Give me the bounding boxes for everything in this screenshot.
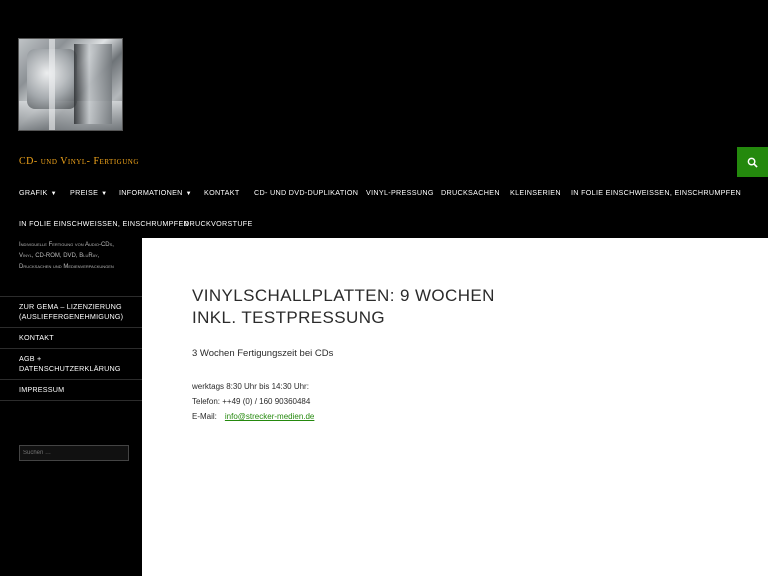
caret-down-icon: ▼ xyxy=(50,191,57,197)
sidebar-item-kontakt[interactable]: Kontakt xyxy=(0,327,142,348)
nav-item-preise[interactable]: Preise ▼ xyxy=(70,188,107,197)
search-input[interactable] xyxy=(19,445,129,461)
caret-down-icon: ▼ xyxy=(101,191,108,197)
nav-item-drucksachen[interactable]: Drucksachen xyxy=(441,188,500,197)
email-line: E-Mail: info@strecker-medien.de xyxy=(192,409,314,424)
email-link[interactable]: info@strecker-medien.de xyxy=(225,412,315,421)
search-toggle-button[interactable] xyxy=(737,147,768,177)
sidebar-item-gema[interactable]: Zur GEMA – Lizenzierung (Ausliefergenehm… xyxy=(0,296,142,327)
nav-item-folie-2[interactable]: In Folie einschweissen, einschrumpfen xyxy=(19,219,189,228)
header-image[interactable] xyxy=(18,38,123,131)
page-title: Vinylschallplatten: 9 Wochen inkl. Testp… xyxy=(192,286,495,327)
search-icon xyxy=(747,157,758,168)
phone-number: Telefon: ++49 (0) / 160 90360484 xyxy=(192,397,311,406)
email-label: E-Mail: xyxy=(192,412,217,421)
nav-item-informationen[interactable]: Informationen ▼ xyxy=(119,188,192,197)
main-content: Vinylschallplatten: 9 Wochen inkl. Testp… xyxy=(142,238,768,576)
site-tagline: Individuelle Fertigung von Audio-CDs, Vi… xyxy=(19,242,114,270)
nav-item-druckvorstufe[interactable]: Druckvorstufe xyxy=(184,219,253,228)
nav-item-folie[interactable]: In Folie einschweissen, einschrumpfen xyxy=(571,188,741,197)
nav-item-kontakt[interactable]: Kontakt xyxy=(204,188,240,197)
sidebar-item-impressum[interactable]: Impressum xyxy=(0,379,142,401)
nav-item-kleinserien[interactable]: Kleinserien xyxy=(510,188,561,197)
sidebar-item-agb[interactable]: AGB + Datenschutzerklärung xyxy=(0,348,142,379)
page-subline: 3 Wochen Fertigungszeit bei CDs xyxy=(192,348,334,359)
nav-item-vinyl[interactable]: Vinyl-Pressung xyxy=(366,188,434,197)
business-hours: werktags 8:30 Uhr bis 14:30 Uhr: xyxy=(192,382,309,391)
sidebar-nav: Zur GEMA – Lizenzierung (Ausliefergenehm… xyxy=(0,296,142,401)
nav-item-duplikation[interactable]: CD- und DVD-Duplikation xyxy=(254,188,358,197)
nav-item-grafik[interactable]: Grafik ▼ xyxy=(19,188,57,197)
contact-info: werktags 8:30 Uhr bis 14:30 Uhr: Telefon… xyxy=(192,379,314,424)
site-title[interactable]: CD- und Vinyl- Fertigung xyxy=(19,156,139,167)
caret-down-icon: ▼ xyxy=(185,191,192,197)
